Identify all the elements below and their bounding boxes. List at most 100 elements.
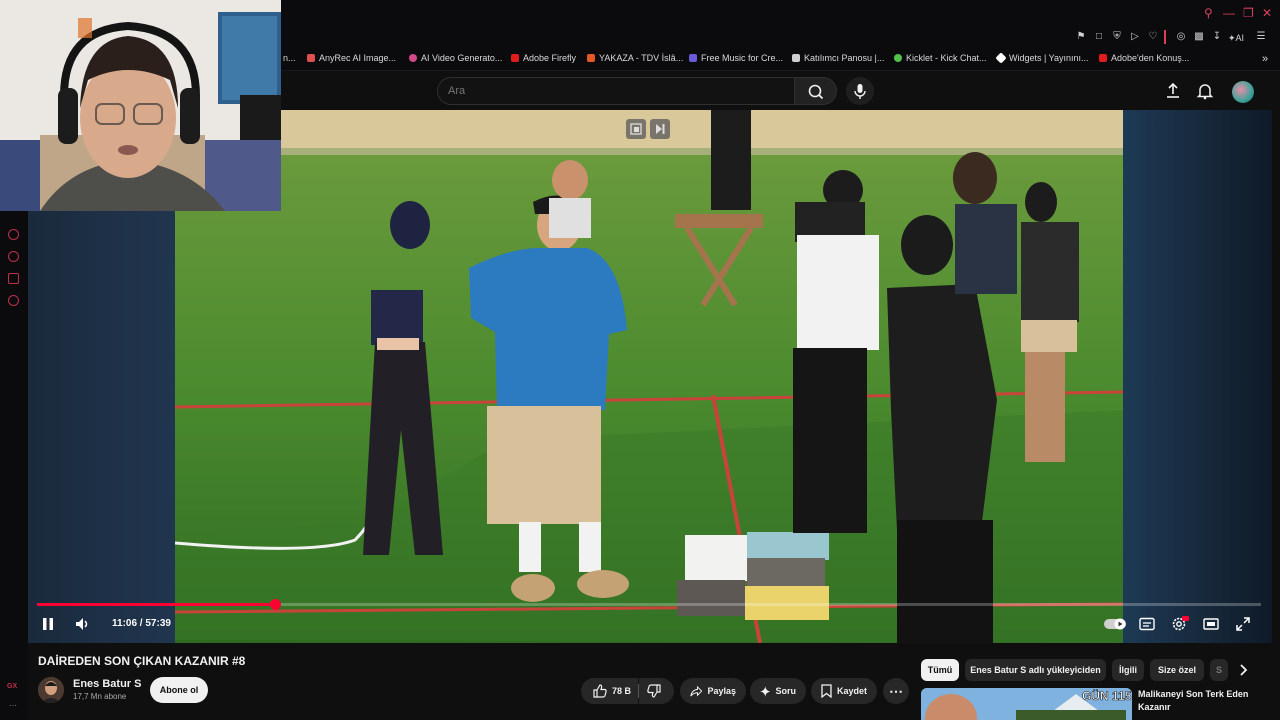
bookmark-label: Adobe Firefly xyxy=(523,53,577,63)
share-icon xyxy=(690,685,703,696)
recommendation-thumbnail[interactable]: GÜN 115 xyxy=(921,688,1132,720)
bookmark-item[interactable]: Katılımcı Panosu |... xyxy=(792,53,884,63)
pause-icon[interactable] xyxy=(41,617,55,631)
video-frame xyxy=(175,110,1123,643)
progress-scrubber[interactable] xyxy=(270,599,281,610)
channel-name[interactable]: Enes Batur S xyxy=(73,678,141,690)
ask-button[interactable]: Soru xyxy=(750,678,806,704)
thumbnail-text: GÜN 115 xyxy=(1082,689,1132,704)
bookmark-item[interactable]: Adobe'den Konuş... xyxy=(1099,53,1189,63)
gx-logo: GX xyxy=(7,683,18,690)
sidebar-settings-icon[interactable] xyxy=(8,295,19,306)
bookmark-label: AI Video Generato... xyxy=(421,53,503,63)
menu-icon[interactable]: ☰ xyxy=(1256,32,1266,42)
sidebar-add-icon[interactable] xyxy=(8,229,19,240)
screenshot-icon[interactable]: □ xyxy=(1094,32,1104,42)
recommendation-title[interactable]: Malikaneyi Son Terk Eden Kazanır xyxy=(1138,688,1268,714)
boxes xyxy=(677,532,829,620)
search-icon xyxy=(808,84,824,100)
time-display: 11:06 / 57:39 xyxy=(112,618,171,629)
autoplay-toggle[interactable] xyxy=(1104,618,1126,630)
more-icon[interactable]: ⋯ xyxy=(9,701,17,710)
search-box[interactable] xyxy=(437,77,795,105)
bookmark-item[interactable]: Adobe Firefly xyxy=(511,53,576,63)
toolbar-divider xyxy=(1164,30,1166,44)
favicon-icon xyxy=(307,54,315,62)
sidebar-messenger-icon[interactable] xyxy=(8,273,19,284)
volume-icon[interactable] xyxy=(75,617,91,631)
minimize-icon[interactable]: — xyxy=(1223,6,1235,20)
bookmark-label: n... xyxy=(283,53,296,63)
sidebar-history-icon[interactable] xyxy=(8,251,19,262)
ask-label: Soru xyxy=(775,686,796,696)
search-icon[interactable]: ⚲ xyxy=(1204,6,1213,20)
subscribe-button[interactable]: Abone ol xyxy=(150,677,208,703)
chip-for-you[interactable]: Size özel xyxy=(1150,659,1204,681)
chip-from-uploader[interactable]: Enes Batur S adlı yükleyiciden xyxy=(965,659,1106,681)
favicon-icon xyxy=(689,54,697,62)
search-input[interactable] xyxy=(438,78,794,104)
more-bookmarks-icon[interactable]: » xyxy=(1262,53,1268,65)
fullscreen-icon[interactable] xyxy=(1236,617,1250,631)
bookmark-item[interactable]: AI Video Generato... xyxy=(409,53,502,63)
like-button[interactable]: 78 B xyxy=(581,678,638,704)
search-button[interactable] xyxy=(795,77,837,105)
favicon-icon xyxy=(894,54,902,62)
favicon-icon xyxy=(995,52,1007,64)
more-actions-icon[interactable]: ⋯ xyxy=(883,678,909,704)
heart-icon[interactable]: ♡ xyxy=(1148,32,1158,42)
sparkle-icon xyxy=(760,685,771,697)
favicon-icon xyxy=(511,54,519,62)
bookmark-label: Kicklet - Kick Chat... xyxy=(906,53,987,63)
bookmark-item[interactable]: Free Music for Cre... xyxy=(689,53,783,63)
bookmark-item[interactable]: n... xyxy=(283,53,296,63)
upload-icon[interactable] xyxy=(1164,82,1182,100)
bookmark-label: AnyRec AI Image... xyxy=(319,53,397,63)
bookmark-label: Adobe'den Konuş... xyxy=(1111,53,1190,63)
favicon-icon xyxy=(587,54,595,62)
chevron-right-icon[interactable] xyxy=(1237,663,1249,677)
bookmark-item[interactable]: Kicklet - Kick Chat... xyxy=(894,53,987,63)
bookmark-item[interactable]: Widgets | Yayınını... xyxy=(995,52,1089,64)
save-button[interactable]: Kaydet xyxy=(811,678,877,704)
notifications-bell-icon[interactable] xyxy=(1196,82,1214,100)
bookmark-icon[interactable]: ⚑ xyxy=(1076,32,1086,42)
webcam-overlay xyxy=(0,0,281,211)
bookmark-item[interactable]: AnyRec AI Image... xyxy=(307,53,396,63)
skip-next-icon[interactable] xyxy=(650,119,670,139)
miniplayer-icon[interactable] xyxy=(626,119,646,139)
channel-avatar[interactable] xyxy=(38,677,64,703)
save-label: Kaydet xyxy=(836,686,867,696)
close-icon[interactable]: ✕ xyxy=(1262,6,1272,20)
play-icon[interactable]: ▷ xyxy=(1130,32,1140,42)
microphone-icon xyxy=(854,84,866,99)
restore-icon[interactable]: ❐ xyxy=(1243,6,1254,20)
theater-mode-icon[interactable] xyxy=(1203,617,1219,631)
chip-all[interactable]: Tümü xyxy=(921,659,959,681)
video-right-blur xyxy=(1123,110,1272,643)
voice-search-button[interactable] xyxy=(846,77,874,105)
extensions-icon[interactable]: ◎ xyxy=(1176,32,1186,42)
dislike-button[interactable] xyxy=(639,678,674,704)
bookmark-item[interactable]: YAKAZA - TDV İslâ... xyxy=(587,53,683,63)
bookmark-save-icon xyxy=(821,684,832,698)
browser-sidebar: GX ⋯ xyxy=(0,211,28,720)
share-button[interactable]: Paylaş xyxy=(680,678,746,704)
chip-related[interactable]: İlgili xyxy=(1112,659,1144,681)
video-title: DAİREDEN SON ÇIKAN KAZANIR #8 xyxy=(38,654,246,668)
settings-gear-icon[interactable] xyxy=(1171,616,1189,632)
thumbs-down-icon xyxy=(647,684,661,698)
chip-more[interactable]: S xyxy=(1210,659,1228,681)
favicon-icon xyxy=(792,54,800,62)
bookmark-label: Free Music for Cre... xyxy=(701,53,784,63)
account-avatar[interactable] xyxy=(1232,81,1254,103)
subtitles-icon[interactable] xyxy=(1139,617,1155,631)
bookmark-label: Widgets | Yayınını... xyxy=(1009,53,1089,63)
like-count: 78 B xyxy=(612,686,632,696)
favicon-icon xyxy=(1099,54,1107,62)
thumbs-up-icon xyxy=(593,684,607,698)
shield-icon[interactable]: ⛨ xyxy=(1112,32,1122,42)
download-icon[interactable]: ↧ xyxy=(1212,32,1222,42)
ai-icon[interactable]: ✦AI xyxy=(1228,33,1244,44)
image-icon[interactable]: ▩ xyxy=(1194,32,1204,42)
